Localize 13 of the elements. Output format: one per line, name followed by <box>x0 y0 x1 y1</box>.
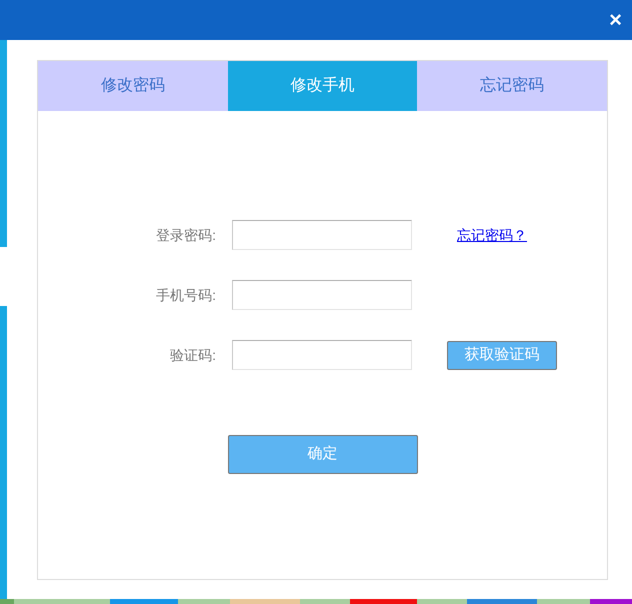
field-label: 验证码: <box>169 346 217 364</box>
tab[interactable]: 修改手机 <box>228 61 418 111</box>
close-button[interactable]: × <box>609 9 622 31</box>
field-label: 登录密码: <box>155 226 217 244</box>
tab[interactable]: 忘记密码 <box>417 61 608 111</box>
field-label: 手机号码: <box>155 286 217 304</box>
get-code-button[interactable]: 获取验证码 <box>447 340 557 370</box>
input-field[interactable] <box>232 220 412 250</box>
input-field[interactable] <box>232 340 412 370</box>
confirm-button[interactable]: 确定 <box>228 435 418 474</box>
input-field[interactable] <box>232 280 412 310</box>
forgot-password-link[interactable]: 忘记密码？ <box>457 224 527 246</box>
tab[interactable]: 修改密码 <box>38 61 228 111</box>
